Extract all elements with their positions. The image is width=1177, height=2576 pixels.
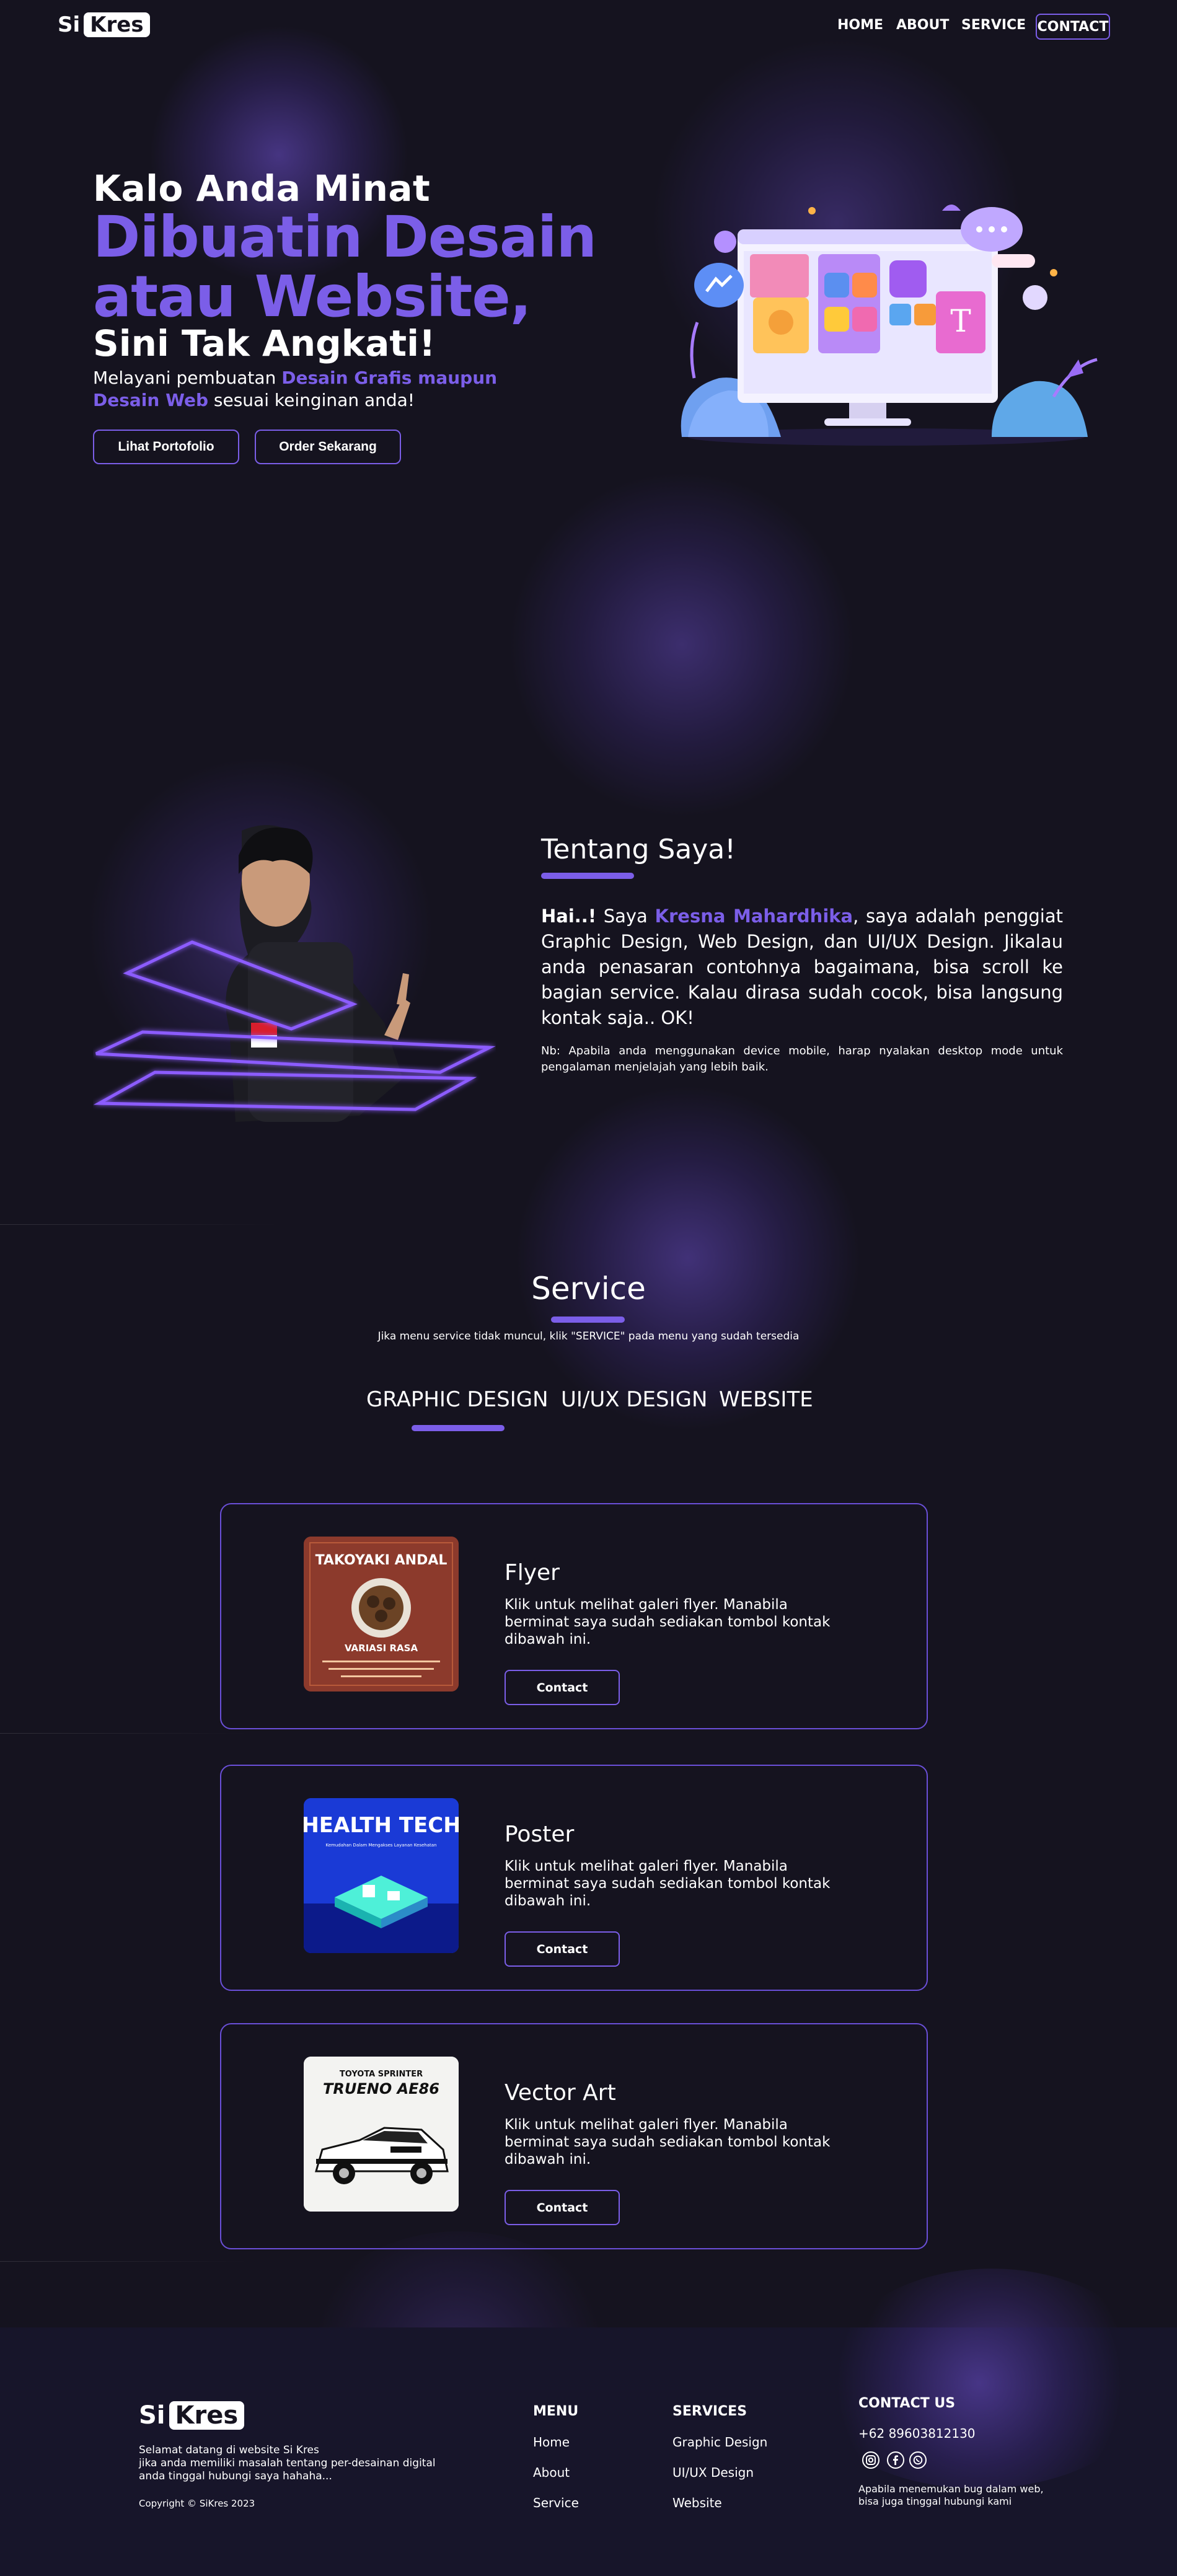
contact-button-poster[interactable]: Contact [505, 1931, 620, 1967]
footer-services-title: SERVICES [672, 2404, 747, 2419]
hero-description: Melayani pembuatan Desain Grafis maupun … [93, 367, 552, 412]
vector-art-thumbnail[interactable]: TOYOTA SPRINTER TRUENO AE86 [304, 2057, 459, 2212]
footer-link-website[interactable]: Website [672, 2495, 722, 2510]
section-divider [0, 1224, 279, 1225]
whatsapp-glyph [913, 2455, 923, 2465]
card-desc-vector-art: Klik untuk melihat galeri flyer. Manabil… [505, 2117, 831, 2168]
footer-logo[interactable]: Si Kres [139, 2401, 245, 2430]
nav-about[interactable]: ABOUT [896, 17, 949, 33]
footer-link-home[interactable]: Home [533, 2435, 570, 2450]
contact-button-vector-art[interactable]: Contact [505, 2190, 620, 2225]
instagram-glyph [866, 2455, 876, 2465]
about-title: Tentang Saya! [541, 834, 736, 865]
poster-thumb-sub: Kemudahan Dalam Mengakses Layanan Keseha… [326, 1843, 437, 1848]
footer-copyright: Copyright © SiKres 2023 [139, 2498, 255, 2509]
service-title-underline [551, 1317, 625, 1323]
vector-thumb-sub: TOYOTA SPRINTER [340, 2070, 423, 2079]
footer-link-uiux-design[interactable]: UI/UX Design [672, 2465, 754, 2480]
order-button[interactable]: Order Sekarang [255, 430, 401, 464]
service-card-flyer[interactable]: TAKOYAKI ANDAL VARIASI RASA Flyer Klik u… [220, 1503, 928, 1729]
card-title-vector-art: Vector Art [505, 2080, 616, 2106]
svg-text:T: T [950, 303, 971, 339]
logo-kres: Kres [84, 12, 150, 37]
footer-welcome: Selamat datang di website Si Kres [139, 2444, 319, 2456]
footer-contact-title: CONTACT US [858, 2396, 956, 2411]
service-subtitle: Jika menu service tidak muncul, klik "SE… [377, 1330, 800, 1343]
about-text: Hai..! Saya Kresna Mahardhika, saya adal… [541, 904, 1063, 1031]
site-logo[interactable]: Si Kres [58, 12, 150, 37]
hero-illustration: T [681, 205, 1098, 446]
poster-thumb-title: HEALTH TECH [304, 1813, 459, 1838]
hero-line-1: Kalo Anda Minat [93, 167, 431, 210]
nav-service[interactable]: SERVICE [961, 17, 1026, 33]
footer-link-about[interactable]: About [533, 2465, 570, 2480]
about-text-pre: Saya [596, 906, 655, 927]
vector-art-thumbnail-art: TOYOTA SPRINTER TRUENO AE86 [304, 2057, 459, 2212]
flyer-thumbnail-art: TAKOYAKI ANDAL VARIASI RASA [304, 1537, 459, 1692]
nav-contact-button[interactable]: CONTACT [1036, 14, 1110, 40]
instagram-icon[interactable] [862, 2451, 879, 2469]
nav-home[interactable]: HOME [837, 17, 883, 33]
active-tab-indicator [412, 1425, 505, 1431]
section-divider [0, 2261, 248, 2262]
facebook-glyph [893, 2455, 898, 2465]
footer-logo-kres: Kres [169, 2401, 245, 2430]
about-greeting: Hai..! [541, 906, 597, 927]
footer-link-service[interactable]: Service [533, 2495, 579, 2510]
hero-line-2: Dibuatin Desain atau Website, [93, 204, 597, 330]
contact-button-flyer[interactable]: Contact [505, 1670, 620, 1705]
tab-graphic-design[interactable]: GRAPHIC DESIGN [366, 1387, 549, 1412]
about-note: Nb: Apabila anda menggunakan device mobi… [541, 1044, 1063, 1074]
card-title-flyer: Flyer [505, 1560, 560, 1586]
poster-thumbnail-art: HEALTH TECH Kemudahan Dalam Mengakses La… [304, 1798, 459, 1953]
facebook-icon[interactable] [887, 2451, 904, 2469]
about-photo [93, 818, 496, 1140]
photo-illustration [93, 825, 496, 1122]
footer-bug-note: Apabila menemukan bug dalam web, bisa ju… [858, 2483, 1044, 2507]
poster-thumbnail[interactable]: HEALTH TECH Kemudahan Dalam Mengakses La… [304, 1798, 459, 1953]
card-desc-flyer: Klik untuk melihat galeri flyer. Manabil… [505, 1597, 831, 1647]
about-title-underline [541, 873, 634, 879]
service-card-poster[interactable]: HEALTH TECH Kemudahan Dalam Mengakses La… [220, 1765, 928, 1991]
section-divider [0, 1733, 248, 1734]
hero-desc-suffix: sesuai keinginan anda! [208, 390, 415, 410]
tab-uiux-design[interactable]: UI/UX DESIGN [561, 1387, 707, 1412]
whatsapp-icon[interactable] [909, 2451, 927, 2469]
top-navbar: Si Kres HOME ABOUT SERVICE CONTACT [0, 0, 1177, 55]
hero-desc-prefix: Melayani pembuatan [93, 368, 282, 388]
logo-si: Si [58, 12, 81, 37]
card-title-poster: Poster [505, 1822, 575, 1847]
footer-phone[interactable]: +62 89603812130 [858, 2426, 976, 2441]
service-title: Service [531, 1271, 646, 1307]
flyer-thumbnail[interactable]: TAKOYAKI ANDAL VARIASI RASA [304, 1537, 459, 1692]
vector-thumb-title: TRUENO AE86 [323, 2080, 439, 2097]
flyer-thumb-title: TAKOYAKI ANDAL [315, 1553, 447, 1568]
tab-website[interactable]: WEBSITE [719, 1387, 813, 1412]
service-card-vector-art[interactable]: TOYOTA SPRINTER TRUENO AE86 Vector Art K… [220, 2023, 928, 2249]
about-name: Kresna Mahardhika [655, 906, 853, 927]
portfolio-button[interactable]: Lihat Portofolio [93, 430, 239, 464]
flyer-thumb-sub: VARIASI RASA [345, 1643, 418, 1654]
footer-logo-si: Si [139, 2401, 165, 2430]
footer-welcome-2: jika anda memiliki masalah tentang per-d… [139, 2457, 436, 2482]
footer-menu-title: MENU [533, 2404, 579, 2419]
card-desc-poster: Klik untuk melihat galeri flyer. Manabil… [505, 1858, 831, 1909]
footer-link-graphic-design[interactable]: Graphic Design [672, 2435, 767, 2450]
hero-line-3: Sini Tak Angkati! [93, 322, 436, 364]
